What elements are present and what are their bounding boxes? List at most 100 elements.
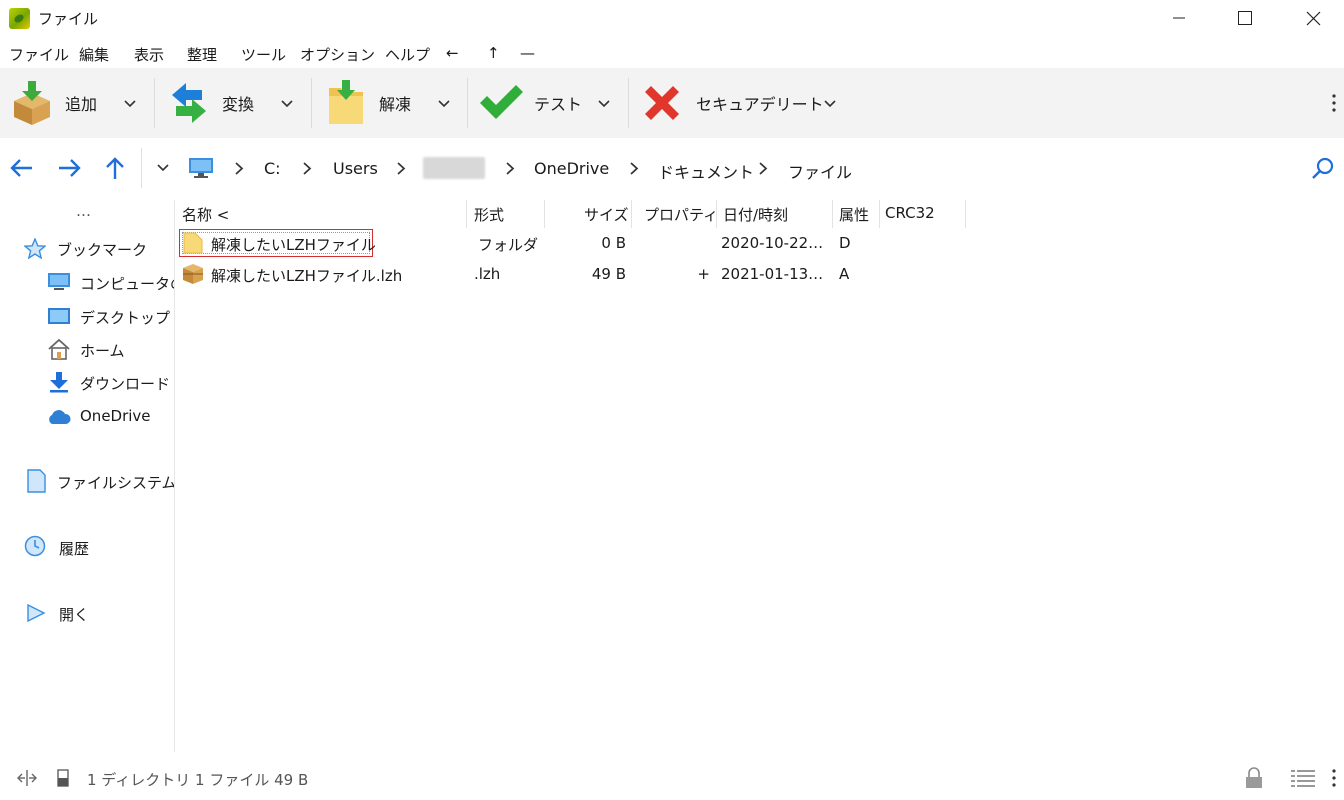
folder-icon [183, 232, 203, 254]
search-icon[interactable] [1311, 156, 1335, 180]
resize-split-icon[interactable] [16, 769, 38, 787]
chevron-right-icon [235, 162, 244, 175]
extract-folder-icon [329, 80, 363, 124]
extract-label: 解凍 [379, 95, 412, 114]
add-label: 追加 [65, 95, 98, 114]
extract-button[interactable]: 解凍 [326, 68, 456, 138]
menu-bar: ファイル 編集 表示 整理 ツール オプション ヘルプ ← ↑ — [0, 40, 1344, 68]
file-type: フォルダ [478, 236, 539, 254]
sidebar-item-label: コンピュータの [80, 275, 175, 293]
status-bar: 1 ディレクトリ 1 ファイル 49 B [0, 756, 1344, 800]
chevron-down-icon[interactable] [157, 164, 169, 172]
secure-delete-button[interactable]: セキュアデリート [642, 68, 842, 138]
secure-delete-label: セキュアデリート [696, 95, 824, 114]
breadcrumb-documents[interactable]: ドキュメント [658, 159, 754, 183]
status-summary: 1 ディレクトリ 1 ファイル 49 B [87, 771, 309, 789]
test-button[interactable]: テスト [478, 68, 618, 138]
chevron-down-icon[interactable] [824, 100, 836, 108]
drive-icon [27, 469, 46, 493]
breadcrumb-onedrive[interactable]: OneDrive [534, 159, 609, 178]
file-date: 2021-01-13… [721, 265, 824, 283]
checkmark-icon [480, 85, 523, 119]
file-date: 2020-10-22… [721, 234, 824, 252]
breadcrumb-drive[interactable]: C: [264, 159, 281, 178]
menu-organize[interactable]: 整理 [187, 44, 217, 65]
toolbar: 追加 変換 解凍 テスト セキュアデリート [0, 68, 1344, 138]
menu-tools[interactable]: ツール [241, 44, 286, 65]
chevron-down-icon[interactable] [598, 100, 610, 108]
toolbar-divider [154, 78, 155, 128]
column-divider[interactable] [466, 200, 467, 228]
file-name[interactable]: 解凍したいLZHファイル.lzh [211, 265, 402, 286]
play-icon [27, 603, 46, 623]
breadcrumb-users[interactable]: Users [333, 159, 378, 178]
column-header-type[interactable]: 形式 [474, 204, 504, 225]
window-title: ファイル [38, 10, 99, 28]
sidebar-item-label: 履歴 [59, 540, 90, 558]
add-button[interactable]: 追加 [8, 68, 148, 138]
up-arrow-icon[interactable] [105, 156, 125, 180]
table-row[interactable]: 解凍したいLZHファイル フォルダ 0 B 2020-10-22… D [176, 228, 976, 258]
app-logo-icon [9, 8, 30, 29]
forward-arrow-icon[interactable] [57, 158, 81, 178]
column-header-date[interactable]: 日付/時刻 [723, 204, 788, 225]
column-divider[interactable] [631, 200, 632, 228]
column-header-properties[interactable]: プロパティ [644, 204, 718, 225]
menu-back[interactable]: ← [446, 44, 459, 62]
cloud-icon [49, 410, 71, 424]
file-size: 0 B [601, 234, 626, 252]
clock-icon [24, 535, 46, 557]
column-divider[interactable] [879, 200, 880, 228]
menu-file[interactable]: ファイル [9, 44, 69, 65]
menu-options[interactable]: オプション [300, 44, 375, 65]
file-type: .lzh [474, 265, 501, 283]
test-label: テスト [534, 95, 583, 114]
sidebar-item-label: 開く [59, 606, 90, 624]
convert-button[interactable]: 変換 [168, 68, 298, 138]
menu-view[interactable]: 表示 [134, 44, 164, 65]
maximize-button[interactable] [1222, 0, 1268, 36]
file-name[interactable]: 解凍したいLZHファイル [211, 234, 376, 255]
add-archive-icon [14, 81, 50, 125]
back-arrow-icon[interactable] [10, 158, 34, 178]
list-view-icon[interactable] [1290, 769, 1316, 787]
star-icon [24, 238, 46, 259]
column-divider[interactable] [544, 200, 545, 228]
column-divider[interactable] [832, 200, 833, 228]
close-button[interactable] [1290, 0, 1336, 36]
breadcrumb-username-redacted[interactable] [423, 157, 485, 179]
menu-edit[interactable]: 編集 [79, 44, 109, 65]
column-header-crc32[interactable]: CRC32 [885, 204, 935, 222]
convert-arrows-icon [172, 83, 206, 123]
chevron-down-icon[interactable] [281, 100, 293, 108]
menu-more[interactable]: — [520, 44, 535, 62]
title-bar: ファイル [0, 0, 1344, 38]
chevron-right-icon [630, 162, 639, 175]
chevron-down-icon[interactable] [124, 100, 136, 108]
breadcrumb-current[interactable]: ファイル [788, 159, 852, 183]
sidebar-item-label: ブックマーク [57, 241, 148, 259]
minimize-button[interactable] [1156, 0, 1202, 36]
lock-icon[interactable] [1244, 767, 1264, 789]
file-attributes: D [839, 234, 851, 252]
sidebar-item-label: ファイルシステム [57, 474, 175, 492]
sidebar: … ブックマーク コンピュータの デスクトップ ホーム ダウンロード OneDr… [0, 200, 175, 752]
toolbar-divider [628, 78, 629, 128]
archive-icon [183, 264, 203, 284]
column-header-name[interactable]: 名称 < [182, 204, 229, 225]
chevron-down-icon[interactable] [438, 100, 450, 108]
sidebar-item-computer[interactable]: コンピュータの [47, 270, 175, 294]
sidebar-more[interactable]: … [76, 202, 91, 220]
address-bar[interactable]: C: Users OneDrive ドキュメント ファイル [141, 148, 1344, 188]
column-header-attributes[interactable]: 属性 [839, 204, 869, 225]
column-divider[interactable] [965, 200, 966, 228]
table-row[interactable]: 解凍したいLZHファイル.lzh .lzh 49 B + 2021-01-13…… [176, 259, 976, 289]
menu-help[interactable]: ヘルプ [385, 44, 430, 65]
sidebar-item-label: ホーム [80, 342, 125, 360]
column-divider[interactable] [716, 200, 717, 228]
menu-up[interactable]: ↑ [487, 44, 500, 62]
column-header-size[interactable]: サイズ [584, 204, 629, 225]
more-options-icon[interactable] [1331, 769, 1337, 787]
toolbar-divider [311, 78, 312, 128]
more-options-icon[interactable] [1331, 94, 1337, 112]
